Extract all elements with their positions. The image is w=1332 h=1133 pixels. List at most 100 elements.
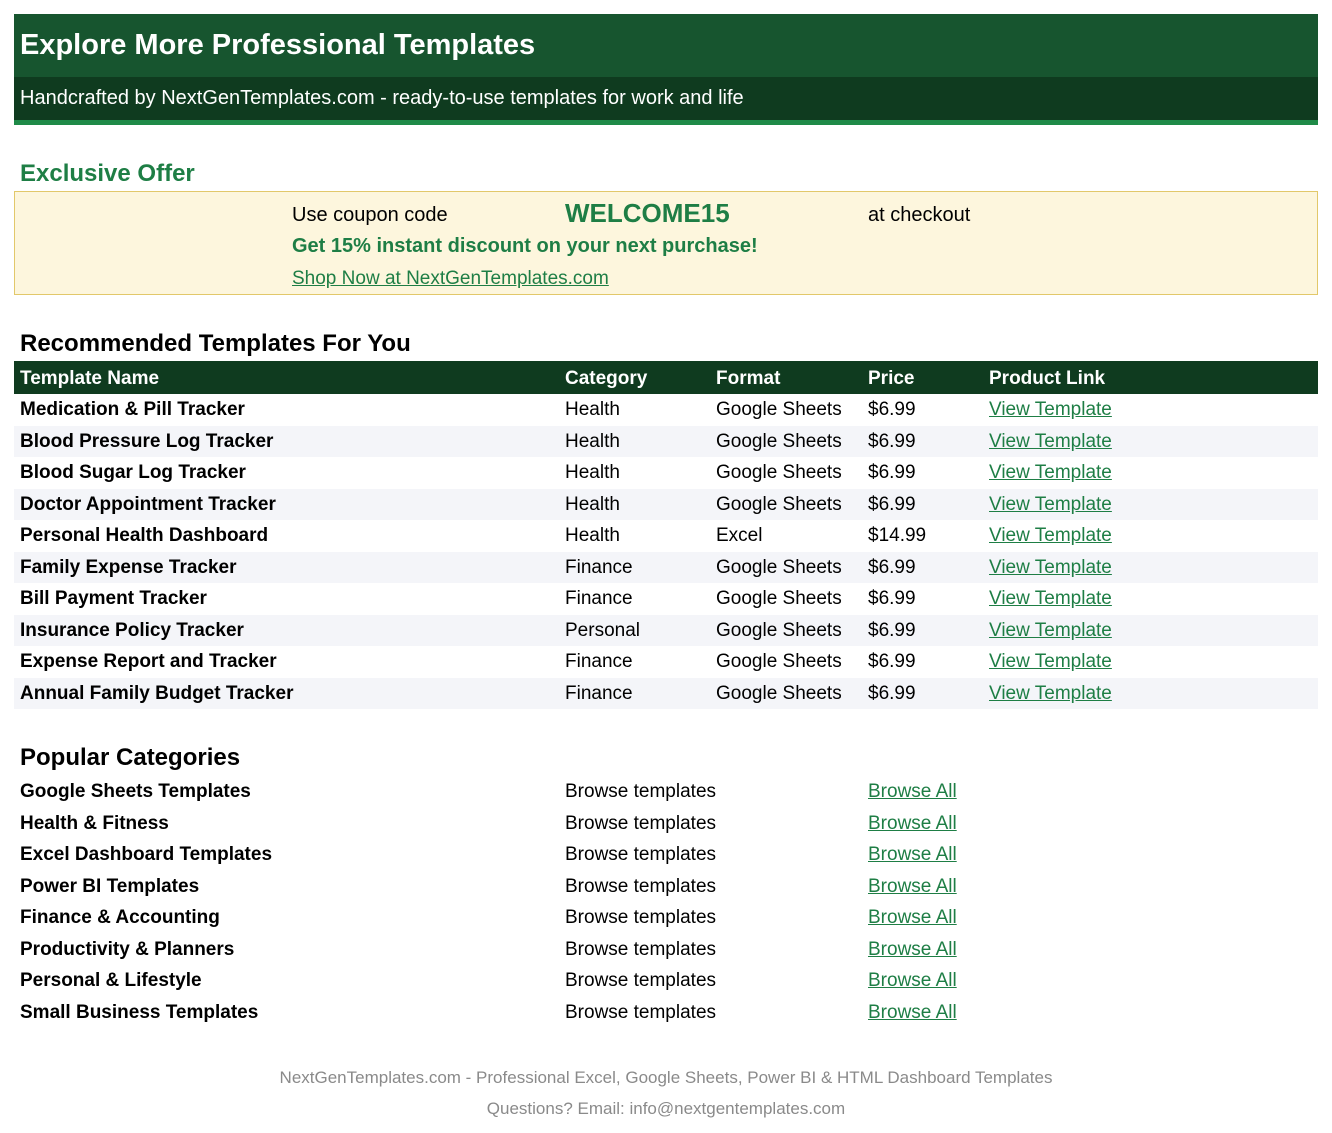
price-cell: $6.99 xyxy=(868,462,916,483)
view-template-link[interactable]: View Template xyxy=(989,588,1112,610)
offer-heading: Exclusive Offer xyxy=(20,160,195,187)
format-cell: Google Sheets xyxy=(716,682,842,704)
table-row: Insurance Policy Tracker Personal Google S… xyxy=(14,614,1318,646)
category-desc: Browse templates xyxy=(565,875,717,897)
category-name: Power BI Templates xyxy=(20,875,200,897)
category-desc: Browse templates xyxy=(565,812,717,834)
category-cell: Health xyxy=(565,399,620,420)
shop-now-link[interactable]: Shop Now at NextGenTemplates.com xyxy=(292,268,609,290)
list-item: Productivity & Planners Browse templates B… xyxy=(14,934,1318,966)
format-cell: Google Sheets xyxy=(716,399,842,420)
category-name: Finance & Accounting xyxy=(20,907,220,928)
coupon-prefix: Use coupon code xyxy=(292,204,448,226)
list-item: Google Sheets Templates Browse templates B… xyxy=(14,776,1318,808)
offer-box: Use coupon code WELCOME15 at checkout Ge… xyxy=(14,191,1318,295)
category-desc: Browse templates xyxy=(565,938,717,960)
table-row: Doctor Appointment Tracker Health Google S… xyxy=(14,488,1318,520)
list-item: Finance & Accounting Browse templates Brow… xyxy=(14,902,1318,934)
category-desc: Browse templates xyxy=(565,907,717,928)
browse-all-link[interactable]: Browse All xyxy=(868,939,957,961)
template-name-cell: Expense Report and Tracker xyxy=(20,651,277,672)
category-name: Personal & Lifestyle xyxy=(20,970,202,991)
price-cell: $6.99 xyxy=(868,619,916,641)
view-template-link[interactable]: View Template xyxy=(989,683,1112,705)
category-cell: Finance xyxy=(565,682,633,704)
category-cell: Health xyxy=(565,525,620,546)
category-desc: Browse templates xyxy=(565,781,717,802)
coupon-suffix: at checkout xyxy=(868,204,971,226)
list-item: Health & Fitness Browse templates Browse A… xyxy=(14,808,1318,840)
footer-line-1: NextGenTemplates.com - Professional Exce… xyxy=(279,1068,1053,1087)
price-cell: $6.99 xyxy=(868,399,916,420)
browse-all-link[interactable]: Browse All xyxy=(868,813,957,835)
view-template-link[interactable]: View Template xyxy=(989,651,1112,673)
list-item: Personal & Lifestyle Browse templates Brow… xyxy=(14,965,1318,997)
template-name-cell: Medication & Pill Tracker xyxy=(20,399,245,420)
offer-discount: Get 15% instant discount on your next pu… xyxy=(292,235,758,257)
list-item: Power BI Templates Browse templates Browse… xyxy=(14,871,1318,903)
list-item: Small Business Templates Browse templates… xyxy=(14,997,1318,1029)
format-cell: Google Sheets xyxy=(716,493,842,515)
category-desc: Browse templates xyxy=(565,1001,717,1023)
footer-line-2: Questions? Email: info@nextgentemplates.… xyxy=(486,1099,846,1118)
template-name-cell: Family Expense Tracker xyxy=(20,556,237,578)
table-row: Blood Pressure Log Tracker Health Google S… xyxy=(14,425,1318,457)
categories-title: Popular Categories xyxy=(20,744,241,771)
list-item: Excel Dashboard Templates Browse template… xyxy=(14,839,1318,871)
price-cell: $6.99 xyxy=(868,588,916,609)
table-row: Blood Sugar Log Tracker Health Google Shee… xyxy=(14,457,1318,489)
price-cell: $14.99 xyxy=(868,525,927,546)
category-cell: Finance xyxy=(565,556,633,578)
category-cell: Finance xyxy=(565,588,633,609)
price-cell: $6.99 xyxy=(868,556,916,578)
view-template-link[interactable]: View Template xyxy=(989,494,1112,516)
price-cell: $6.99 xyxy=(868,493,916,515)
price-cell: $6.99 xyxy=(868,651,916,672)
category-cell: Health xyxy=(565,493,620,515)
template-name-cell: Insurance Policy Tracker xyxy=(20,619,244,641)
format-cell: Google Sheets xyxy=(716,556,842,578)
template-name-cell: Doctor Appointment Tracker xyxy=(20,493,276,515)
recommended-title: Recommended Templates For You xyxy=(20,330,411,357)
format-cell: Google Sheets xyxy=(716,619,842,641)
price-cell: $6.99 xyxy=(868,430,916,452)
template-name-cell: Personal Health Dashboard xyxy=(20,525,269,546)
header-product-link: Product Link xyxy=(989,368,1106,389)
category-cell: Finance xyxy=(565,651,633,672)
category-name: Health & Fitness xyxy=(20,812,169,834)
table-row: Annual Family Budget Tracker Finance Googl… xyxy=(14,677,1318,709)
format-cell: Google Sheets xyxy=(716,588,842,609)
price-cell: $6.99 xyxy=(868,682,916,704)
header-format: Format xyxy=(716,368,781,389)
browse-all-link[interactable]: Browse All xyxy=(868,844,957,866)
view-template-link[interactable]: View Template xyxy=(989,620,1112,642)
browse-all-link[interactable]: Browse All xyxy=(868,970,957,992)
category-desc: Browse templates xyxy=(565,844,717,865)
header-category: Category xyxy=(565,368,648,389)
template-name-cell: Blood Pressure Log Tracker xyxy=(20,430,274,452)
view-template-link[interactable]: View Template xyxy=(989,462,1112,484)
browse-all-link[interactable]: Browse All xyxy=(868,907,957,929)
format-cell: Google Sheets xyxy=(716,462,842,483)
view-template-link[interactable]: View Template xyxy=(989,557,1112,579)
category-name: Excel Dashboard Templates xyxy=(20,844,273,865)
template-name-cell: Bill Payment Tracker xyxy=(20,588,207,609)
view-template-link[interactable]: View Template xyxy=(989,525,1112,547)
banner-stripe xyxy=(14,120,1318,125)
browse-all-link[interactable]: Browse All xyxy=(868,876,957,898)
view-template-link[interactable]: View Template xyxy=(989,399,1112,421)
format-cell: Excel xyxy=(716,525,763,546)
header-template-name: Template Name xyxy=(20,368,160,389)
format-cell: Google Sheets xyxy=(716,430,842,452)
browse-all-link[interactable]: Browse All xyxy=(868,1002,957,1024)
table-row: Family Expense Tracker Finance Google Shee… xyxy=(14,551,1318,583)
category-desc: Browse templates xyxy=(565,970,717,991)
table-row: Expense Report and Tracker Finance Google … xyxy=(14,646,1318,678)
format-cell: Google Sheets xyxy=(716,651,842,672)
browse-all-link[interactable]: Browse All xyxy=(868,781,957,803)
banner-title: Explore More Professional Templates xyxy=(14,14,1318,77)
coupon-code: WELCOME15 xyxy=(565,198,730,228)
category-name: Small Business Templates xyxy=(20,1001,259,1023)
view-template-link[interactable]: View Template xyxy=(989,431,1112,453)
template-name-cell: Blood Sugar Log Tracker xyxy=(20,462,246,483)
